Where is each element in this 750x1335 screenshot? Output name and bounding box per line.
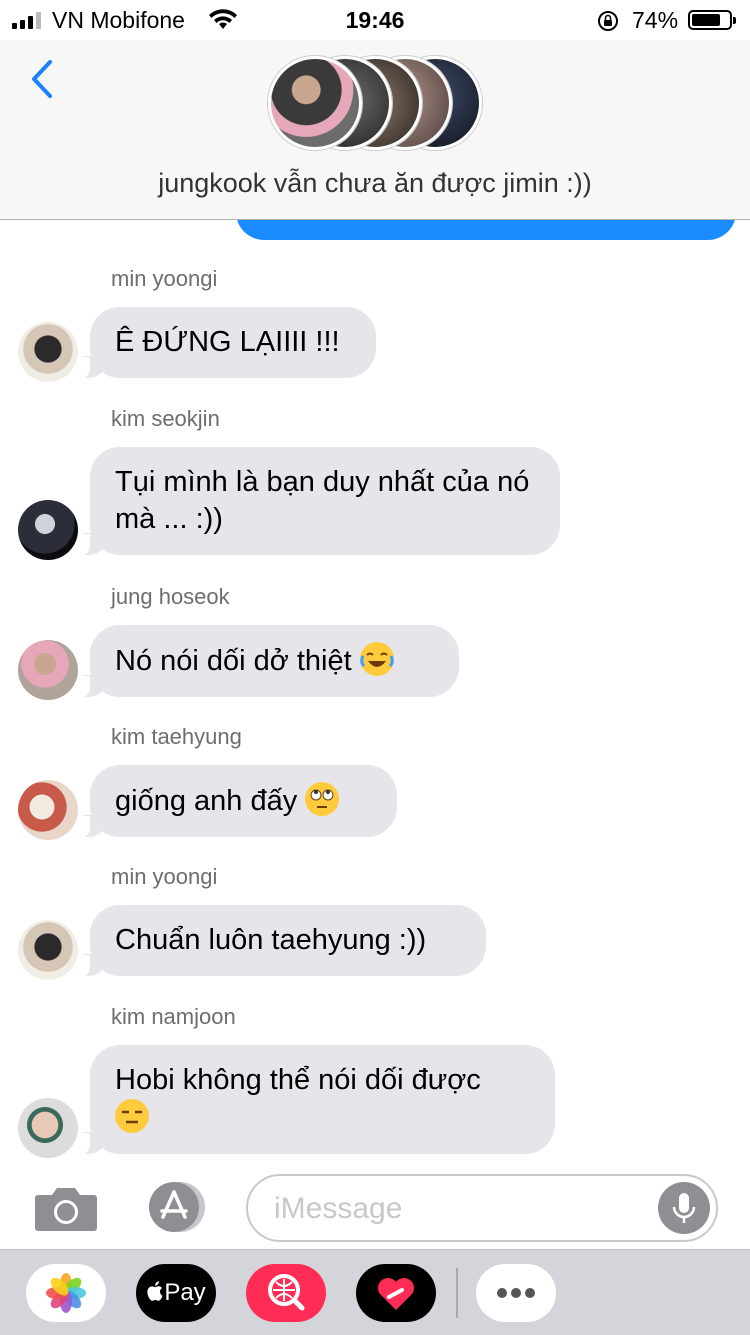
apple-pay-label: Pay bbox=[164, 1279, 206, 1306]
message-text: Ê ĐỨNG LẠIIII !!! bbox=[115, 326, 340, 358]
sender-name: min yoongi bbox=[111, 266, 218, 291]
message-bubble[interactable]: Nó nói dối dở thiệt bbox=[78, 625, 459, 698]
camera-icon[interactable] bbox=[34, 1183, 98, 1233]
conversation-header: jungkook vẫn chưa ăn được jimin :)) bbox=[0, 40, 750, 220]
face-with-rolling-eyes-icon bbox=[305, 782, 340, 816]
message-bubble[interactable]: Chuẩn luôn taehyung :)) bbox=[78, 905, 486, 977]
message-input[interactable] bbox=[272, 1186, 646, 1232]
sender-name: jung hoseok bbox=[111, 584, 230, 609]
app-store-icon[interactable] bbox=[140, 1181, 212, 1233]
chevron-left-icon[interactable] bbox=[24, 54, 64, 104]
group-title[interactable]: jungkook vẫn chưa ăn được jimin :)) bbox=[0, 168, 750, 199]
message-bubble[interactable]: giống anh đấy bbox=[78, 765, 397, 838]
message-input-container bbox=[246, 1174, 718, 1242]
message-text: Nó nói dối dở thiệt bbox=[115, 645, 352, 677]
more-icon[interactable] bbox=[476, 1264, 556, 1322]
battery-percent: 74% bbox=[632, 7, 679, 33]
image-search-icon[interactable] bbox=[246, 1264, 326, 1322]
avatar[interactable] bbox=[18, 1098, 78, 1158]
rotation-lock-icon bbox=[598, 11, 618, 31]
sender-name: min yoongi bbox=[111, 864, 218, 889]
digital-touch-icon[interactable] bbox=[356, 1264, 436, 1322]
message-bubble[interactable]: Ê ĐỨNG LẠIIII !!! bbox=[78, 307, 376, 379]
imessage-app-drawer: Pay bbox=[0, 1249, 750, 1335]
status-bar: VN Mobifone 19:46 74% bbox=[0, 0, 750, 40]
message-text: Chuẩn luôn taehyung :)) bbox=[115, 924, 427, 956]
avatar[interactable] bbox=[18, 500, 78, 560]
message-text: giống anh đấy bbox=[115, 785, 298, 817]
message-text: Hobi không thể nói dối được bbox=[115, 1064, 481, 1096]
avatar[interactable] bbox=[18, 780, 78, 840]
avatar[interactable] bbox=[18, 640, 78, 700]
face-with-tears-of-joy-icon bbox=[359, 642, 394, 676]
sender-name: kim seokjin bbox=[111, 406, 220, 431]
message-bubble[interactable]: Tụi mình là bạn duy nhất của nó mà ... :… bbox=[78, 447, 560, 556]
message-bubble[interactable]: Hobi không thể nói dối được bbox=[78, 1045, 555, 1155]
sent-message-bubble[interactable] bbox=[236, 220, 736, 240]
apple-pay-icon[interactable]: Pay bbox=[136, 1264, 216, 1322]
microphone-icon[interactable] bbox=[658, 1182, 710, 1234]
message-text: Tụi mình là bạn duy nhất của nó mà ... :… bbox=[115, 466, 530, 535]
expressionless-face-icon bbox=[115, 1099, 149, 1133]
compose-bar bbox=[0, 1165, 750, 1249]
message-list[interactable]: min yoongi Ê ĐỨNG LẠIIII !!! kim seokjin… bbox=[0, 220, 750, 1165]
group-member-avatar bbox=[268, 56, 362, 150]
battery-icon bbox=[688, 10, 736, 30]
avatar[interactable] bbox=[18, 920, 78, 980]
group-avatar-stack[interactable] bbox=[268, 56, 488, 154]
drawer-divider bbox=[456, 1268, 458, 1318]
sender-name: kim taehyung bbox=[111, 724, 242, 749]
photos-icon[interactable] bbox=[26, 1264, 106, 1322]
sender-name: kim namjoon bbox=[111, 1004, 236, 1029]
avatar[interactable] bbox=[18, 322, 78, 382]
